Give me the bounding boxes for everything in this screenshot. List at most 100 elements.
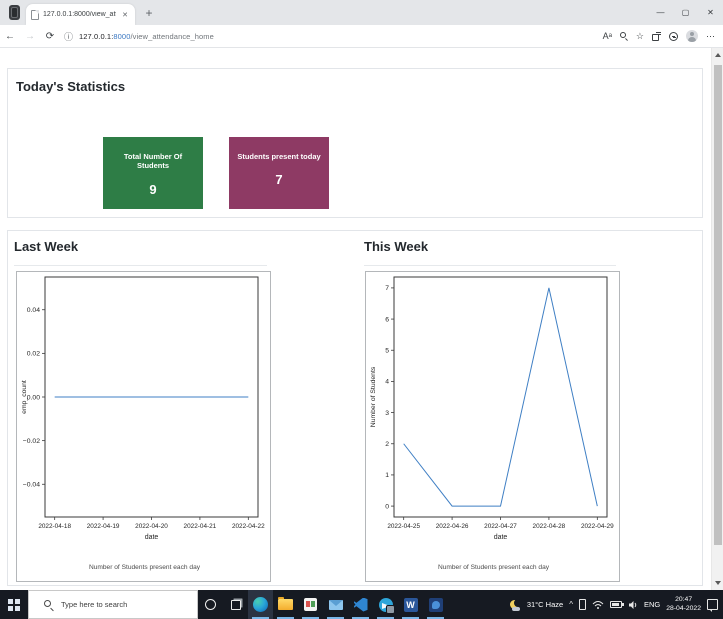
maximize-button[interactable]: ▢ [673, 0, 698, 25]
taskbar-app-file-explorer[interactable] [273, 590, 298, 619]
taskbar-app-store[interactable] [298, 590, 323, 619]
taskbar-app-word[interactable]: W [398, 590, 423, 619]
file-explorer-icon [278, 597, 293, 610]
weather-icon[interactable] [509, 598, 522, 611]
taskbar-app-mail[interactable] [323, 590, 348, 619]
last-week-title: Last Week [14, 239, 79, 254]
svg-text:−0.04: −0.04 [23, 482, 40, 489]
task-view-button[interactable] [223, 590, 248, 619]
mail-icon [328, 599, 343, 610]
svg-text:−0.02: −0.02 [23, 438, 40, 445]
last-week-chart: −0.04 −0.02 0.00 0.02 0.04 2022-04-18 2022-04-… [16, 271, 271, 582]
refresh-icon[interactable]: ⟳ [40, 31, 60, 42]
site-info-icon[interactable]: ⓘ [64, 30, 73, 43]
svg-text:emp_count: emp_count [21, 380, 28, 414]
back-icon[interactable]: ← [0, 31, 20, 42]
settings-more-icon[interactable]: ⋯ [706, 31, 715, 41]
cortana-icon [205, 599, 216, 610]
weather-text[interactable]: 31°C Haze [527, 600, 563, 609]
clock-time: 20:47 [675, 595, 693, 603]
read-aloud-icon[interactable]: Aᵃ [603, 31, 612, 41]
url-text[interactable]: 127.0.0.1:8000/view_attendance_home [79, 32, 214, 41]
action-center-icon[interactable] [707, 599, 718, 612]
tray-expand-icon[interactable]: ^ [569, 600, 573, 609]
telegram-icon [378, 597, 395, 614]
page-scrollbar[interactable] [711, 48, 723, 590]
present-today-label: Students present today [237, 152, 321, 161]
browser-toolbar: ← → ⟳ ⓘ 127.0.0.1:8000/view_attendance_h… [0, 25, 723, 48]
phone-icon[interactable] [578, 599, 586, 610]
edge-icon [253, 597, 268, 612]
word-icon: W [403, 597, 418, 612]
start-button[interactable] [0, 590, 28, 619]
browser-titlebar: 127.0.0.1:8000/view_attendanc ✕ + — ▢ ✕ [0, 0, 723, 25]
tab-title: 127.0.0.1:8000/view_attendanc [43, 11, 116, 18]
total-students-label: Total Number Of Students [123, 152, 183, 171]
wifi-icon[interactable] [592, 600, 604, 610]
taskbar-clock[interactable]: 20:47 28-04-2022 [666, 596, 701, 614]
browser-tab[interactable]: 127.0.0.1:8000/view_attendanc ✕ [26, 4, 135, 25]
present-today-value: 7 [275, 172, 283, 188]
taskbar-app-vscode[interactable] [348, 590, 373, 619]
taskbar-app-edge[interactable] [248, 590, 273, 619]
svg-text:0.02: 0.02 [27, 351, 40, 358]
url-host: 127.0.0.1: [79, 31, 114, 41]
svg-text:2022-04-28: 2022-04-28 [533, 523, 566, 530]
svg-text:date: date [494, 534, 508, 541]
task-view-icon [230, 599, 241, 610]
language-indicator[interactable]: ENG [644, 600, 660, 609]
taskbar-app-photos[interactable] [423, 590, 448, 619]
browser-essentials-icon[interactable] [669, 31, 678, 41]
search-in-page-icon[interactable] [619, 32, 628, 41]
window-controls: — ▢ ✕ [648, 0, 723, 25]
forward-icon[interactable]: → [20, 31, 40, 42]
cortana-button[interactable] [198, 590, 223, 619]
last-week-divider [14, 265, 267, 266]
store-icon [304, 598, 317, 611]
svg-text:0: 0 [385, 503, 389, 510]
taskbar-search-box[interactable]: Type here to search [28, 590, 198, 619]
svg-text:6: 6 [385, 316, 389, 323]
tab-close-icon[interactable]: ✕ [120, 10, 130, 20]
this-week-chart-svg: 0 1 2 3 4 5 6 7 2022-04-25 2022-04-26 2022-04-27 20… [370, 276, 614, 571]
scroll-up-icon[interactable] [712, 48, 723, 62]
toolbar-icons: Aᵃ ☆ ⋯ [603, 30, 715, 42]
svg-text:2022-04-20: 2022-04-20 [135, 523, 168, 530]
photos-icon [428, 597, 443, 612]
close-button[interactable]: ✕ [698, 0, 723, 25]
this-week-divider [364, 265, 616, 266]
battery-icon[interactable] [609, 601, 624, 608]
windows-taskbar: Type here to search W 31°C Haze ^ ENG 20… [0, 590, 723, 619]
scrollbar-thumb[interactable] [714, 65, 722, 545]
svg-text:2022-04-27: 2022-04-27 [484, 523, 517, 530]
last-week-chart-svg: −0.04 −0.02 0.00 0.02 0.04 2022-04-18 2022-04-… [21, 276, 265, 571]
svg-text:Number of Students: Number of Students [370, 366, 377, 427]
svg-text:0.00: 0.00 [27, 394, 40, 401]
favorites-star-icon[interactable]: ☆ [636, 31, 644, 41]
svg-text:1: 1 [385, 472, 389, 479]
minimize-button[interactable]: — [648, 0, 673, 25]
svg-text:Number of Students present eac: Number of Students present each day [438, 564, 550, 571]
url-port: 8000 [113, 31, 131, 41]
page-favicon-icon [31, 9, 39, 20]
svg-text:7: 7 [385, 285, 389, 292]
speaker-icon[interactable] [628, 600, 638, 610]
new-tab-button[interactable]: + [142, 6, 156, 20]
svg-text:2022-04-26: 2022-04-26 [436, 523, 469, 530]
search-icon [44, 599, 54, 611]
url-path: /view_attendance_home [130, 31, 214, 41]
svg-text:2022-04-21: 2022-04-21 [184, 523, 217, 530]
weekly-charts-section: Last Week −0.04 −0.02 0.00 0.02 0.04 2022-04-… [7, 230, 703, 586]
this-week-title: This Week [364, 239, 429, 254]
tab-actions-menu-icon[interactable] [9, 5, 20, 20]
total-students-card: Total Number Of Students 9 [103, 137, 203, 209]
svg-text:2022-04-29: 2022-04-29 [581, 523, 614, 530]
address-bar[interactable]: ⓘ 127.0.0.1:8000/view_attendance_home [64, 30, 603, 43]
svg-text:5: 5 [385, 348, 389, 355]
svg-text:2022-04-22: 2022-04-22 [232, 523, 265, 530]
browser-window: 127.0.0.1:8000/view_attendanc ✕ + — ▢ ✕ … [0, 0, 723, 619]
collections-icon[interactable] [652, 31, 661, 41]
scroll-down-icon[interactable] [712, 576, 723, 590]
profile-avatar[interactable] [686, 30, 698, 42]
taskbar-app-telegram[interactable] [373, 590, 398, 619]
